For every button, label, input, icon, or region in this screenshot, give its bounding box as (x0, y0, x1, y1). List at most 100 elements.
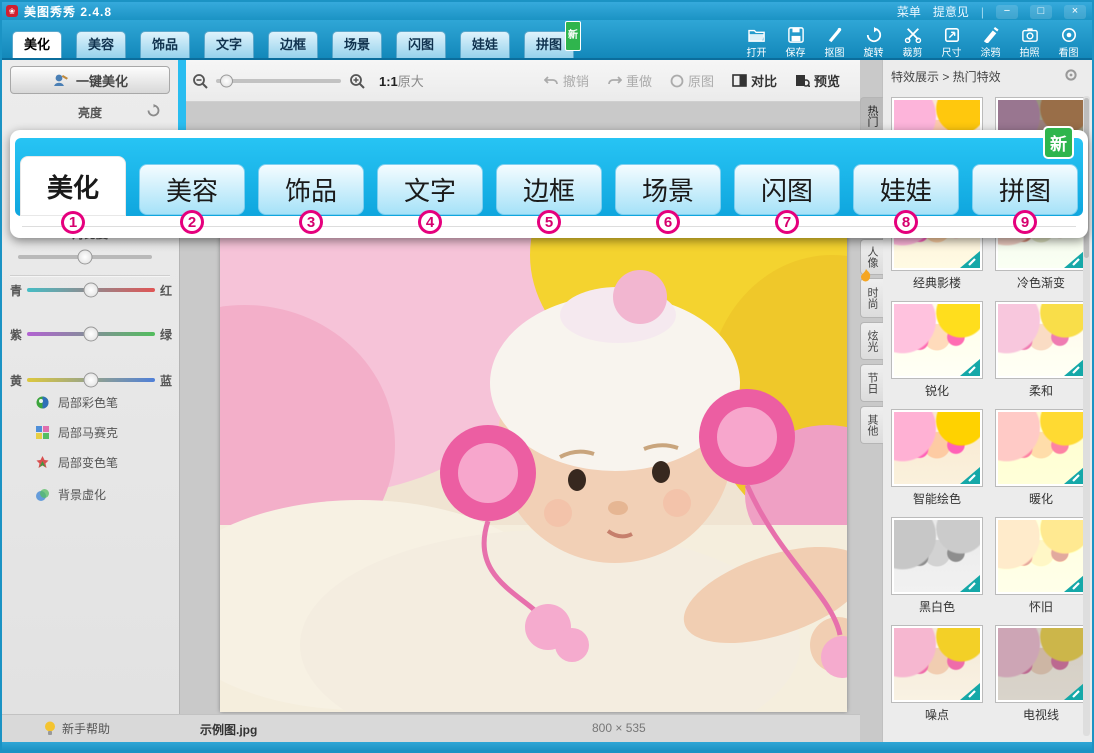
effect-item-black-white[interactable]: 黑白色 (887, 517, 987, 615)
tab-changjing[interactable]: 场景 (332, 31, 382, 58)
tab-meihua[interactable]: 美化 (12, 31, 62, 58)
background-blur-button[interactable]: 背景虚化 (35, 484, 106, 504)
open-button[interactable]: 打开 (737, 27, 776, 59)
mosaic-icon (35, 425, 50, 440)
compare-button[interactable]: 对比 (732, 71, 777, 90)
main-tab-row: 美化 美容 饰品 文字 边框 场景 闪图 娃娃 拼图 新 (12, 31, 574, 58)
effects-breadcrumb: 特效展示 > 热门特效 (891, 68, 1001, 85)
new-badge: 新 (565, 21, 581, 51)
brightness-label: 亮度 (78, 104, 102, 121)
contrast-slider[interactable] (18, 249, 152, 265)
zoom-knob[interactable] (220, 74, 233, 87)
overlay-tab-meihua[interactable]: 美化 1 (20, 138, 126, 234)
undo-button[interactable]: 撤销 (544, 71, 589, 90)
step-number-5: 5 (537, 210, 561, 234)
app-logo-icon: ❀ (6, 5, 18, 17)
zoom-in-icon[interactable] (349, 73, 365, 89)
tab-meirong[interactable]: 美容 (76, 31, 126, 58)
feedback-button[interactable]: 提意见 (933, 3, 969, 20)
cutout-button[interactable]: 抠图 (815, 27, 854, 59)
category-tab-festival[interactable]: 节日 (860, 364, 883, 402)
baby-photo[interactable] (220, 165, 847, 712)
titlebar-separator: | (981, 5, 984, 19)
zoom-out-icon[interactable] (192, 73, 208, 89)
tab-wenzi[interactable]: 文字 (204, 31, 254, 58)
tab-pintu[interactable]: 拼图 新 (524, 31, 574, 58)
category-tab-fashion[interactable]: 时尚 (860, 278, 883, 318)
adjustable-pen-badge-icon (1064, 251, 1084, 268)
local-recolor-pen-button[interactable]: 局部变色笔 (35, 452, 118, 472)
crop-button[interactable]: 裁剪 (893, 27, 932, 59)
close-button[interactable]: × (1064, 5, 1086, 19)
local-color-pen-button[interactable]: 局部彩色笔 (35, 392, 118, 412)
open-filename: 示例图.jpg (200, 721, 257, 738)
camera-icon (1021, 27, 1039, 43)
effect-item-warm[interactable]: 暖化 (991, 409, 1091, 507)
slider-knob[interactable] (84, 373, 99, 388)
yellow-blue-slider-row: 黄 蓝 (10, 372, 172, 388)
window-bottom-frame (2, 742, 1092, 753)
category-tab-glow[interactable]: 炫光 (860, 322, 883, 360)
adjustable-pen-badge-icon (1064, 683, 1084, 700)
preview-button[interactable]: 预览 (795, 71, 840, 90)
zoom-ratio: 1:1原大 (379, 71, 424, 90)
resize-button[interactable]: 尺寸 (932, 27, 971, 59)
yellow-blue-slider[interactable] (27, 378, 155, 382)
tab-shipin[interactable]: 饰品 (140, 31, 190, 58)
zoom-slider[interactable] (216, 79, 341, 83)
doodle-button[interactable]: 涂鸦 (971, 27, 1010, 59)
gear-icon[interactable] (1064, 68, 1078, 87)
save-icon (787, 27, 805, 43)
slider-knob[interactable] (78, 250, 93, 265)
purple-green-slider[interactable] (27, 332, 155, 336)
overlay-tab-wawa[interactable]: 娃娃 8 (853, 138, 959, 234)
tab-shantu[interactable]: 闪图 (396, 31, 446, 58)
title-bar: ❀ 美图秀秀 2.4.8 菜单 提意见 | − □ × (2, 2, 1092, 20)
original-button[interactable]: 原图 (670, 71, 714, 90)
view-button[interactable]: 看图 (1049, 27, 1088, 59)
reset-icon[interactable] (147, 104, 160, 120)
view-image-icon (1060, 27, 1078, 43)
rotate-button[interactable]: 旋转 (854, 27, 893, 59)
effect-item-soft[interactable]: 柔和 (991, 301, 1091, 399)
save-button[interactable]: 保存 (776, 27, 815, 59)
overlay-tab-wenzi[interactable]: 文字 4 (377, 138, 483, 234)
chrome-bar: 美化 美容 饰品 文字 边框 场景 闪图 娃娃 拼图 新 打开 保存 抠图 (2, 20, 1092, 60)
slider-knob[interactable] (84, 327, 99, 342)
adjustable-pen-badge-icon (1064, 359, 1084, 376)
preview-icon (795, 74, 810, 87)
step-number-8: 8 (894, 210, 918, 234)
overlay-tab-shipin[interactable]: 饰品 3 (258, 138, 364, 234)
redo-button[interactable]: 重做 (607, 71, 652, 90)
maximize-button[interactable]: □ (1030, 5, 1052, 19)
effect-item-smart-color[interactable]: 智能绘色 (887, 409, 987, 507)
tab-biankuang[interactable]: 边框 (268, 31, 318, 58)
undo-icon (544, 75, 559, 87)
step-number-9: 9 (1013, 210, 1037, 234)
local-mosaic-button[interactable]: 局部马赛克 (35, 422, 118, 442)
lightbulb-icon (44, 721, 56, 736)
crop-scissors-icon (904, 27, 922, 43)
slider-knob[interactable] (84, 283, 99, 298)
image-dimensions: 800 × 535 (592, 721, 646, 735)
effect-item-noise[interactable]: 噪点 (887, 625, 987, 723)
menu-button[interactable]: 菜单 (897, 3, 921, 20)
tab-wawa[interactable]: 娃娃 (460, 31, 510, 58)
category-tab-other[interactable]: 其他 (860, 406, 883, 444)
overlay-tab-changjing[interactable]: 场景 6 (615, 138, 721, 234)
adjustable-pen-badge-icon (960, 683, 980, 700)
camera-button[interactable]: 拍照 (1010, 27, 1049, 59)
step-number-3: 3 (299, 210, 323, 234)
newbie-help-button[interactable]: 新手帮助 (44, 720, 110, 737)
effect-item-sharpen[interactable]: 锐化 (887, 301, 987, 399)
redo-icon (607, 75, 622, 87)
overlay-tab-biankuang[interactable]: 边框 5 (496, 138, 602, 234)
overlay-tab-meirong[interactable]: 美容 2 (139, 138, 245, 234)
effect-item-tv-lines[interactable]: 电视线 (991, 625, 1091, 723)
effect-item-nostalgic[interactable]: 怀旧 (991, 517, 1091, 615)
one-click-beautify-button[interactable]: 一键美化 (10, 66, 170, 94)
overlay-tab-shantu[interactable]: 闪图 7 (734, 138, 840, 234)
minimize-button[interactable]: − (996, 5, 1018, 19)
color-pen-icon (35, 395, 50, 410)
cyan-red-slider[interactable] (27, 288, 155, 292)
